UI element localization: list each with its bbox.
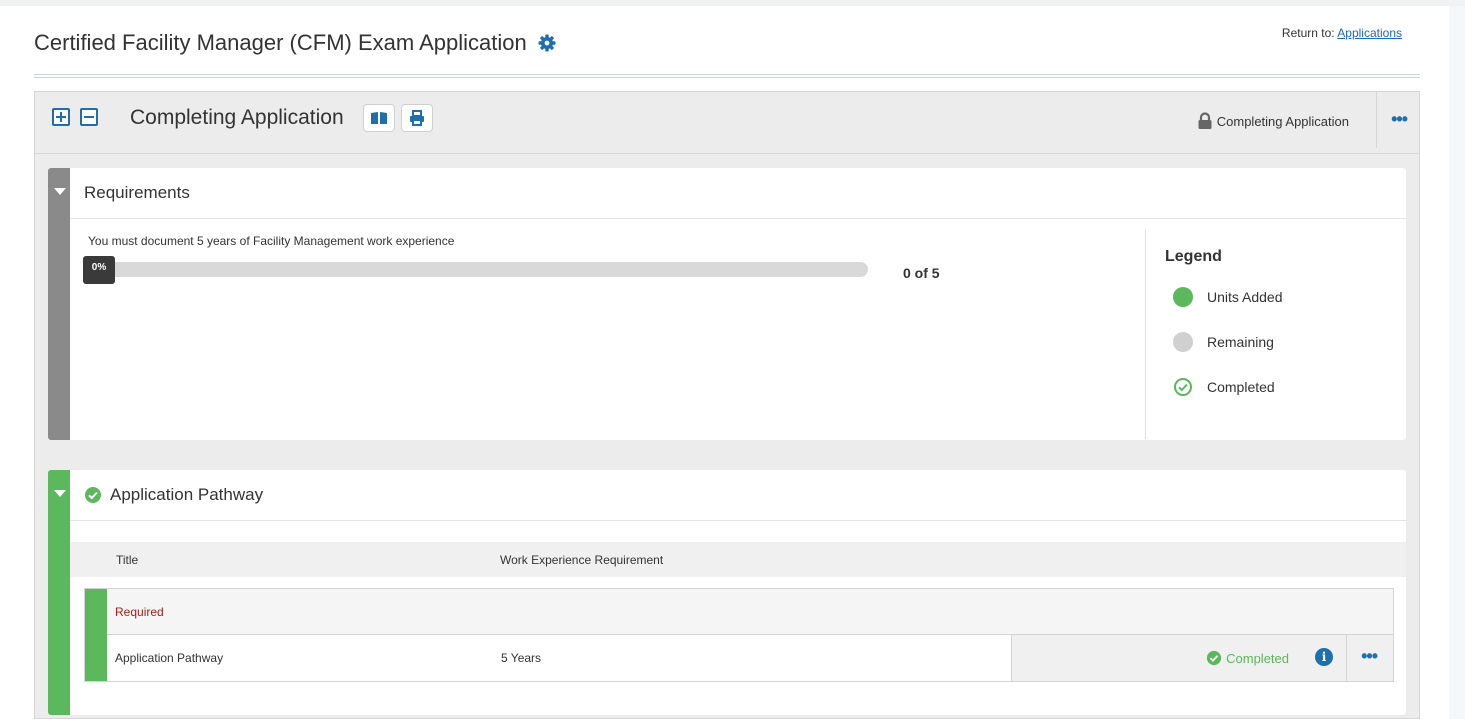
collapse-all-icon[interactable] bbox=[80, 108, 98, 126]
legend-label: Units Added bbox=[1207, 289, 1283, 305]
book-icon bbox=[371, 112, 387, 124]
required-label: Required bbox=[115, 605, 164, 619]
legend-label: Remaining bbox=[1207, 334, 1274, 350]
lock-icon bbox=[1198, 112, 1212, 129]
header-separator bbox=[1376, 92, 1377, 148]
row-requirement: 5 Years bbox=[501, 651, 542, 665]
row-more-options-icon[interactable]: ••• bbox=[1361, 647, 1378, 665]
requirement-description: You must document 5 years of Facility Ma… bbox=[88, 234, 455, 248]
legend-divider bbox=[1145, 230, 1146, 439]
section-title: Completing Application bbox=[130, 106, 344, 129]
check-circle-icon bbox=[85, 487, 101, 503]
column-work-experience[interactable]: Work Experience Requirement bbox=[500, 553, 663, 567]
section-header: Completing Application Completing Applic… bbox=[35, 92, 1419, 154]
row-status-bar bbox=[85, 589, 107, 681]
required-group-header: Required bbox=[107, 589, 1393, 635]
green-dot-icon bbox=[1173, 287, 1193, 307]
return-prefix: Return to: bbox=[1281, 26, 1335, 40]
requirements-panel: Requirements You must document 5 years o… bbox=[48, 168, 1406, 440]
page-title: Certified Facility Manager (CFM) Exam Ap… bbox=[34, 30, 527, 55]
pathway-panel: Application Pathway Title Work Experienc… bbox=[48, 470, 1406, 715]
more-options-icon[interactable]: ••• bbox=[1391, 110, 1408, 128]
requirements-title: Requirements bbox=[84, 183, 190, 203]
print-icon bbox=[410, 110, 424, 126]
page-header: Certified Facility Manager (CFM) Exam Ap… bbox=[34, 26, 557, 60]
check-circle-outline-icon bbox=[1174, 378, 1192, 396]
pathway-title: Application Pathway bbox=[84, 485, 263, 505]
requirements-title-text: Requirements bbox=[84, 183, 190, 202]
gray-dot-icon bbox=[1173, 332, 1193, 352]
panel-divider bbox=[70, 520, 1406, 521]
column-title[interactable]: Title bbox=[116, 553, 138, 567]
table-row-group: Required Application Pathway 5 Years Com… bbox=[84, 588, 1394, 682]
pathway-panel-bar[interactable] bbox=[48, 470, 70, 715]
check-circle-icon bbox=[1207, 650, 1222, 666]
gear-icon[interactable] bbox=[537, 33, 557, 53]
collapse-caret-icon[interactable] bbox=[54, 188, 66, 195]
legend-item-units-added: Units Added bbox=[1173, 287, 1283, 307]
info-icon[interactable]: i bbox=[1315, 648, 1333, 666]
row-title[interactable]: Application Pathway bbox=[115, 651, 223, 665]
progress-count: 0 of 5 bbox=[903, 265, 940, 281]
legend-label: Completed bbox=[1207, 379, 1275, 395]
print-button[interactable] bbox=[401, 104, 433, 132]
row-status: Completed bbox=[1206, 650, 1289, 666]
expand-all-icon[interactable] bbox=[52, 108, 70, 126]
progress-bar bbox=[84, 262, 868, 277]
pathway-title-text: Application Pathway bbox=[110, 485, 264, 504]
application-section: Completing Application Completing Applic… bbox=[34, 91, 1420, 719]
row-status-label: Completed bbox=[1226, 650, 1289, 666]
legend-item-remaining: Remaining bbox=[1173, 332, 1274, 352]
legend-item-completed: Completed bbox=[1173, 377, 1275, 397]
requirements-panel-bar[interactable] bbox=[48, 168, 70, 440]
status-label: Completing Application bbox=[1216, 113, 1349, 129]
applications-link[interactable]: Applications bbox=[1337, 26, 1402, 40]
actions-separator bbox=[1346, 635, 1347, 681]
table-header: Title Work Experience Requirement bbox=[70, 542, 1406, 577]
book-button[interactable] bbox=[363, 104, 395, 132]
progress-percent: 0% bbox=[83, 256, 115, 284]
status-indicator: Completing Application bbox=[1196, 112, 1349, 130]
collapse-caret-icon[interactable] bbox=[54, 490, 66, 497]
header-divider bbox=[34, 74, 1420, 78]
panel-divider bbox=[70, 218, 1406, 219]
right-scroll-area bbox=[1449, 6, 1465, 719]
legend-title: Legend bbox=[1165, 248, 1222, 265]
row-actions: Completed i ••• bbox=[1011, 635, 1393, 681]
return-to: Return to: Applications bbox=[1282, 26, 1402, 40]
application-page: Certified Facility Manager (CFM) Exam Ap… bbox=[0, 6, 1449, 719]
